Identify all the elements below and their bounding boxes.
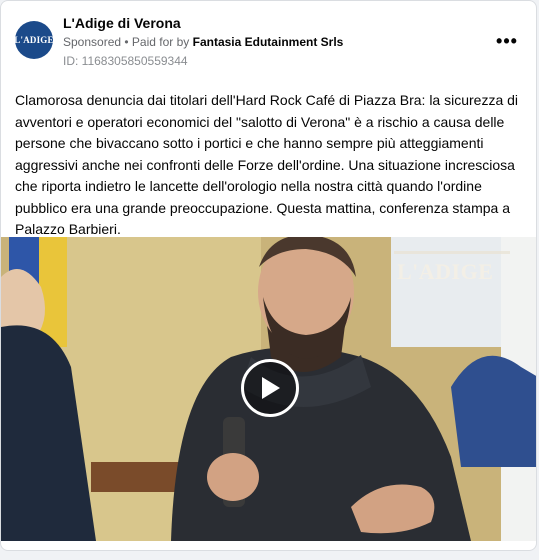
ad-post-card: L'ADIGE L'Adige di Verona Sponsored • Pa… — [0, 0, 537, 551]
play-button[interactable] — [241, 359, 299, 417]
paid-for-by-label: Paid for by — [131, 35, 193, 49]
sponsored-label: Sponsored — [63, 35, 122, 49]
more-horizontal-icon: ••• — [496, 31, 518, 51]
page-name-link[interactable]: L'Adige di Verona — [63, 15, 181, 31]
video-watermark: L'ADIGE — [397, 259, 494, 284]
post-header: L'ADIGE L'Adige di Verona Sponsored • Pa… — [1, 1, 536, 81]
advertiser-name: Fantasia Edutainment Srls — [192, 35, 344, 49]
sponsored-meta: Sponsored • Paid for by Fantasia Edutain… — [63, 35, 343, 49]
more-options-button[interactable]: ••• — [496, 31, 518, 51]
play-icon — [262, 377, 280, 399]
avatar-logo: L'ADIGE — [15, 35, 53, 45]
ad-id: ID: 1168305850559344 — [63, 54, 188, 68]
page-avatar[interactable]: L'ADIGE — [15, 21, 53, 59]
meta-separator: • — [121, 35, 132, 49]
post-body-text: Clamorosa denuncia dai titolari dell'Har… — [15, 92, 519, 237]
video-player[interactable]: L'ADIGE — [1, 237, 536, 541]
